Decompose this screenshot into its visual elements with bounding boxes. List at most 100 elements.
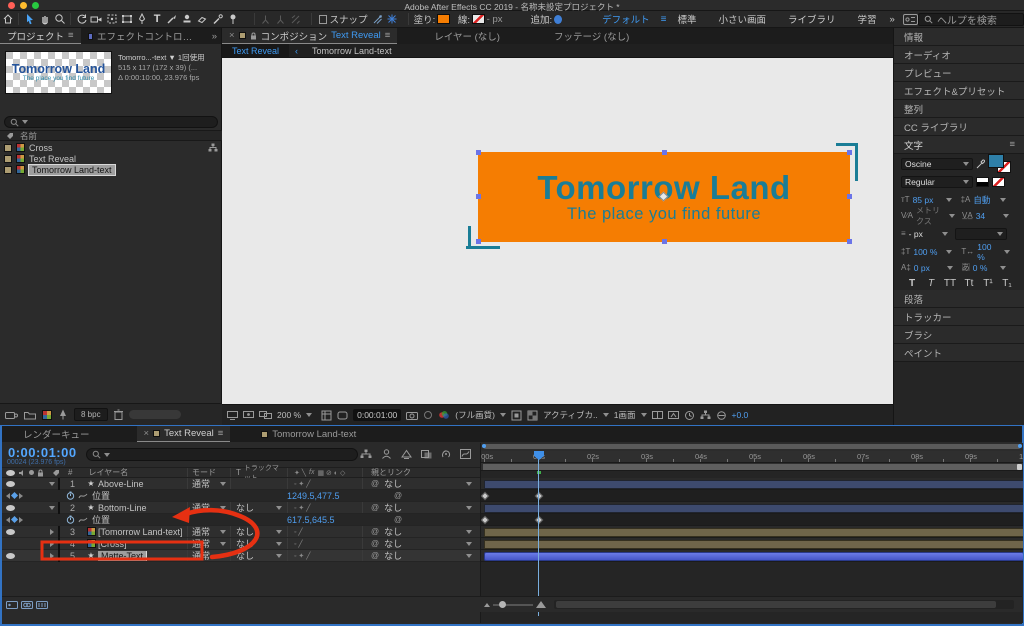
workspace-menu-icon[interactable]: ≡ <box>661 14 667 25</box>
keyframe-toggle-icon[interactable] <box>11 492 18 499</box>
layer-duration-bar-selected[interactable] <box>484 552 1023 561</box>
blend-mode-select[interactable]: 通常 <box>187 550 230 561</box>
subtab-tomorrow-land-text[interactable]: Tomorrow Land-text <box>304 46 400 56</box>
matte-column-header[interactable]: Tトラックマット <box>230 468 287 477</box>
new-composition-icon[interactable] <box>42 410 52 420</box>
zoom-in-frames-icon[interactable] <box>536 601 546 608</box>
no-stroke-icon[interactable] <box>992 177 1005 187</box>
layer-name[interactable]: Matte-Text <box>98 551 187 561</box>
panel-effects-presets[interactable]: エフェクト&プリセット <box>894 82 1024 100</box>
puppet-pin-tool[interactable] <box>225 12 240 27</box>
track-matte-select[interactable] <box>230 478 287 489</box>
motion-blur-icon[interactable] <box>421 449 432 459</box>
small-caps-button[interactable]: Tt <box>963 278 976 289</box>
brush-tool[interactable] <box>165 12 180 27</box>
main-monitor-icon[interactable] <box>243 410 254 420</box>
grid-guides-icon[interactable] <box>321 410 332 421</box>
tab-layer[interactable]: レイヤー (なし) <box>427 28 507 44</box>
fast-previews-icon[interactable] <box>668 410 679 420</box>
track-matte-select[interactable]: なし <box>230 550 287 561</box>
expand-layer-icon[interactable] <box>49 482 55 486</box>
layer-row-2[interactable]: 2 ★ Bottom-Line 通常 なし ◦ ✦ ╱ @なし <box>2 502 480 514</box>
time-ruler[interactable]: 0:00s 01s 02s 03s 04s 05s 06s 07s 08s 09… <box>481 451 1023 463</box>
project-item-text-reveal[interactable]: Text Reveal <box>0 153 222 164</box>
layer-color-swatch[interactable] <box>58 502 60 514</box>
track-matte-select[interactable]: なし <box>230 526 287 537</box>
graph-icon[interactable] <box>78 516 88 524</box>
font-size-value[interactable]: 85 px <box>913 195 943 205</box>
workspace-standard[interactable]: 標準 <box>677 12 696 26</box>
panel-preview[interactable]: プレビュー <box>894 64 1024 82</box>
layer-duration-bar[interactable] <box>484 528 1023 537</box>
frame-blend-icon[interactable] <box>401 449 412 459</box>
3d-gizmo-icon[interactable] <box>385 12 400 27</box>
tab-composition[interactable]: × コンポジション Text Reveal ≡ <box>222 28 397 44</box>
horizontal-scrollbar[interactable] <box>554 600 1014 609</box>
label-color-swatch[interactable] <box>4 166 12 174</box>
snap-checkbox[interactable] <box>319 15 327 24</box>
baseline-shift-value[interactable]: 0 px <box>914 263 944 273</box>
layer-switches[interactable]: ◦ ╱ <box>287 526 362 537</box>
track-matte-select[interactable]: なし <box>230 502 287 513</box>
blend-mode-select[interactable]: 通常 <box>187 526 230 537</box>
workspace-default[interactable]: デフォルト <box>602 12 650 26</box>
project-item-tomorrow-land-text[interactable]: Tomorrow Land-text <box>0 164 222 175</box>
exposure-value[interactable]: +0.0 <box>732 410 749 420</box>
panel-menu-icon[interactable]: ≡ <box>1009 139 1015 150</box>
panel-info[interactable]: 情報 <box>894 28 1024 46</box>
leading-value[interactable]: 自動 <box>973 194 997 206</box>
horizontal-scale-value[interactable]: 100 % <box>977 242 1001 262</box>
panel-paragraph[interactable]: 段落 <box>894 290 1024 308</box>
media-browser-icon[interactable] <box>903 12 918 27</box>
new-folder-icon[interactable] <box>24 410 36 420</box>
panel-cc-libraries[interactable]: CC ライブラリ <box>894 118 1024 136</box>
previous-keyframe-icon[interactable] <box>6 493 10 499</box>
stroke-style-select[interactable] <box>955 228 1007 240</box>
item-name-line[interactable]: Tomorro...-text ▼ 1回使用 <box>118 53 220 63</box>
zoom-out-frames-icon[interactable] <box>484 603 490 607</box>
layer-row-5-selected[interactable]: 5 ★ Matte-Text 通常 なし ◦ ✦ ╱ @なし <box>2 550 480 562</box>
show-snapshot-icon[interactable] <box>423 410 433 420</box>
zoom-tool[interactable] <box>52 12 67 27</box>
keyframe-lane-1[interactable] <box>481 490 1023 502</box>
timeline-search-input[interactable] <box>86 448 358 461</box>
keyframe[interactable] <box>481 492 489 500</box>
rotation-tool[interactable] <box>74 12 89 27</box>
label-color-swatch[interactable] <box>4 155 12 163</box>
pickwhip-icon[interactable]: @ <box>371 479 379 488</box>
label-color-swatch[interactable] <box>4 144 12 152</box>
pickwhip-icon[interactable]: @ <box>371 527 379 536</box>
blend-mode-select[interactable]: 通常 <box>187 502 230 513</box>
selection-handle[interactable] <box>476 150 481 155</box>
next-keyframe-icon[interactable] <box>19 493 23 499</box>
timeline-button-icon[interactable] <box>684 410 695 421</box>
visibility-toggle[interactable] <box>6 529 15 535</box>
tab-effect-controls[interactable]: エフェクトコントロール Matte-Tex <box>81 28 208 44</box>
graph-editor-icon[interactable] <box>460 449 471 459</box>
vertical-scale-value[interactable]: 100 % <box>913 247 943 257</box>
property-name[interactable]: 位置 <box>92 489 110 502</box>
mask-visibility-icon[interactable] <box>337 410 348 421</box>
keyframe[interactable] <box>481 516 489 524</box>
track-matte-select[interactable]: なし <box>230 538 287 549</box>
camera-view-value[interactable]: アクティブカ.. <box>543 409 598 421</box>
expand-layer-icon[interactable] <box>50 553 54 559</box>
layer-name-column-header[interactable]: レイヤー名 <box>88 467 187 478</box>
local-axis-mode-icon[interactable] <box>258 12 273 27</box>
fill-color-swatch[interactable] <box>988 154 1004 168</box>
selection-handle[interactable] <box>847 239 852 244</box>
selection-handle[interactable] <box>847 194 852 199</box>
navigator-start-handle[interactable] <box>482 444 486 448</box>
tab-render-queue[interactable]: レンダーキュー <box>16 426 97 442</box>
trash-icon[interactable] <box>114 409 123 420</box>
stroke-width-value[interactable]: - px <box>487 14 503 25</box>
hand-tool[interactable] <box>37 12 52 27</box>
project-item-cross[interactable]: Cross <box>0 142 222 153</box>
faux-bold-button[interactable]: T <box>906 278 919 289</box>
stroke-color-swatch[interactable] <box>472 14 485 24</box>
number-column-header[interactable]: # <box>68 468 72 477</box>
expand-transfer-controls-icon[interactable] <box>21 600 33 610</box>
workspace-libraries[interactable]: ライブラリ <box>788 12 836 26</box>
expand-layer-icon[interactable] <box>50 541 54 547</box>
property-name[interactable]: 位置 <box>92 513 110 526</box>
